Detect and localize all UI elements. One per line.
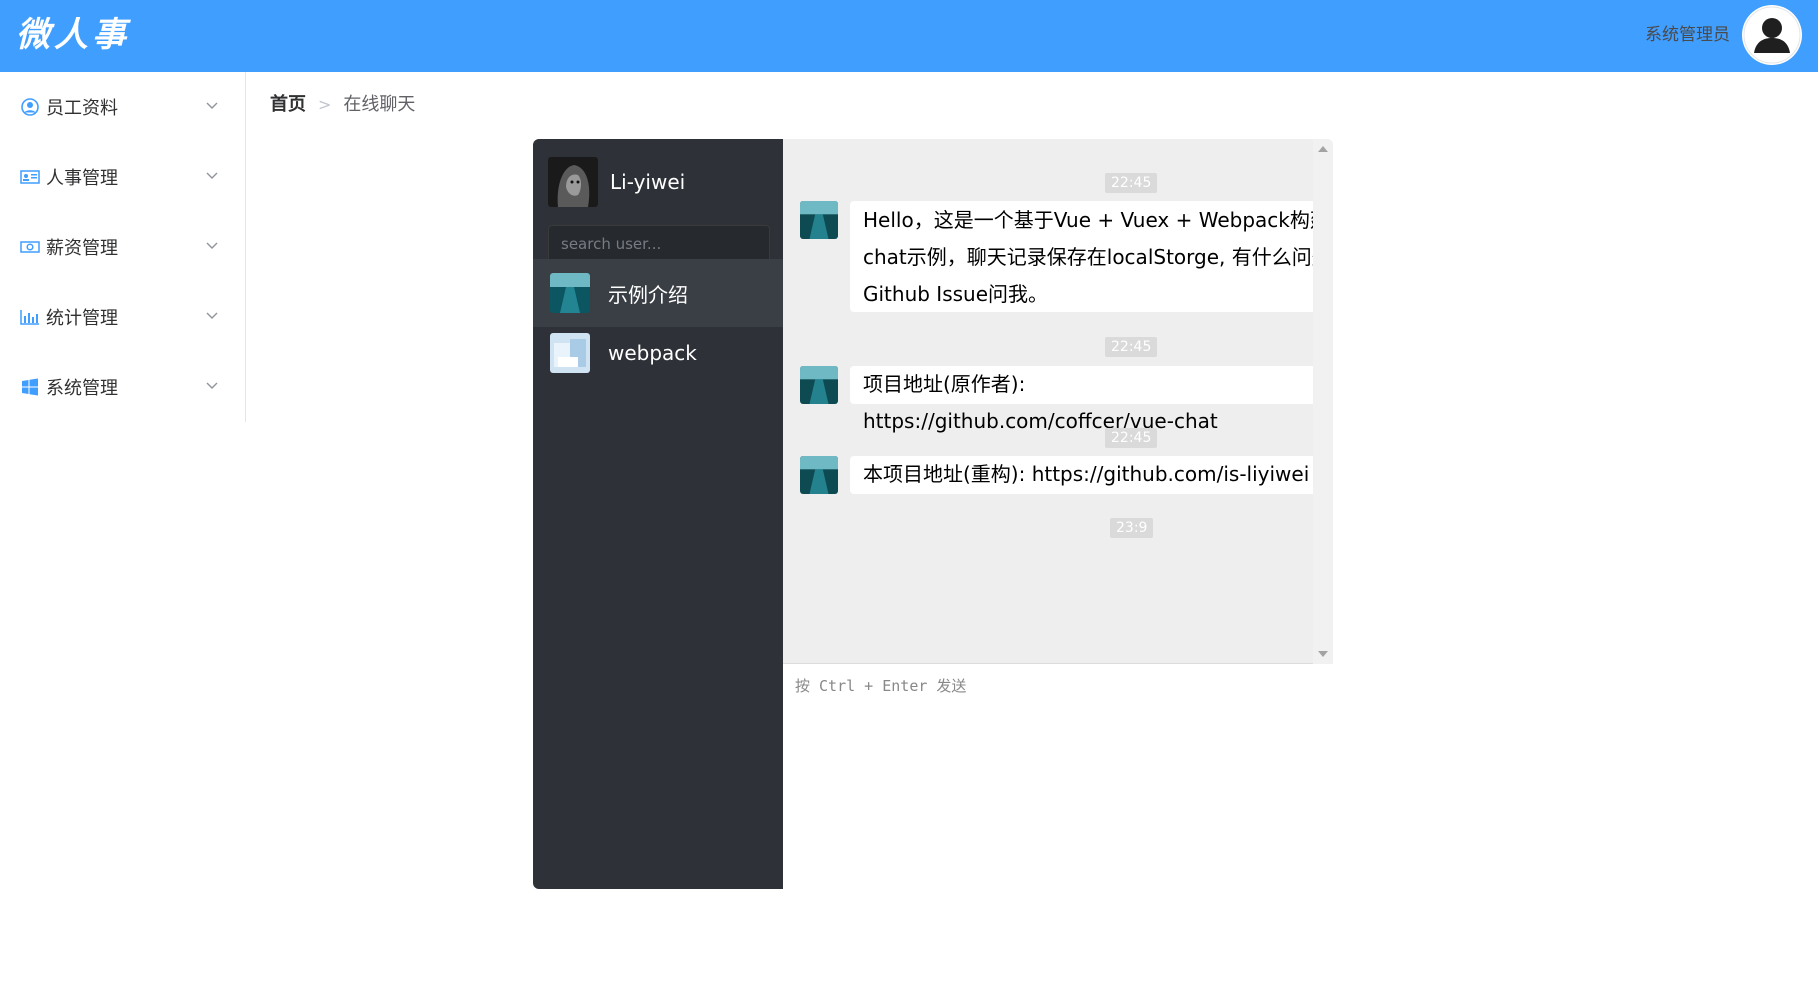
chat-main-panel: 22:45 Hello，这是一个基于Vue + Vuex + Webpack构建… [783, 139, 1333, 889]
app-logo[interactable]: 微人事 [16, 12, 130, 58]
sidebar-menu: 员工资料 人事管理 薪资管理 统计管理 系统管理 [0, 72, 246, 422]
session-item[interactable]: 示例介绍 [533, 259, 783, 327]
message-time: 22:45 [1105, 173, 1158, 193]
chat-sidebar: Li-yiwei 示例介绍 [533, 139, 783, 889]
chat-window: Li-yiwei 示例介绍 [533, 139, 1333, 889]
session-avatar [550, 333, 590, 373]
sidebar-item-statistics[interactable]: 统计管理 [0, 282, 245, 352]
message-list[interactable]: 22:45 Hello，这是一个基于Vue + Vuex + Webpack构建… [783, 139, 1333, 664]
current-user-card: Li-yiwei [548, 157, 685, 207]
person-silhouette-icon [1743, 6, 1801, 64]
ocean-avatar-icon [550, 273, 590, 313]
message-line: Github Issue问我。 [863, 282, 1049, 306]
message-bubble: 项目地址(原作者): https://github.com/coffcer/vu… [850, 366, 1333, 433]
my-avatar [548, 157, 598, 207]
top-header: 微人事 系统管理员 [0, 0, 1818, 72]
sender-avatar [800, 456, 838, 494]
ocean-avatar-icon [800, 366, 838, 404]
message-bubble: 本项目地址(重构): https://github.com/is-liyiwei [850, 456, 1323, 494]
sidebar-item-label: 系统管理 [46, 378, 118, 399]
message-time: 22:45 [1105, 428, 1158, 448]
sidebar-item-personnel[interactable]: 人事管理 [0, 142, 245, 212]
breadcrumb-separator: > [318, 95, 332, 114]
message-line: chat示例，聊天记录保存在localStorge, 有什么问题可以通过 [863, 245, 1333, 269]
sender-avatar [800, 201, 838, 239]
chevron-down-icon [206, 102, 218, 109]
ocean-avatar-icon [800, 201, 838, 239]
ocean-avatar-icon [800, 456, 838, 494]
user-circle-icon [20, 97, 40, 117]
message-bubble: Hello，这是一个基于Vue + Vuex + Webpack构建的简单 ch… [850, 201, 1333, 312]
message-time: 23:9 [1110, 518, 1154, 538]
session-avatar [550, 273, 590, 313]
scroll-up-arrow-icon[interactable] [1318, 146, 1328, 152]
session-name: 示例介绍 [608, 282, 688, 307]
breadcrumb: 首页 > 在线聊天 [270, 92, 415, 118]
chevron-down-icon [206, 172, 218, 179]
current-user-name[interactable]: 系统管理员 [1645, 22, 1730, 48]
breadcrumb-home-link[interactable]: 首页 [270, 92, 306, 118]
sidebar-item-employee-info[interactable]: 员工资料 [0, 72, 245, 142]
search-user-input[interactable] [548, 225, 770, 263]
sidebar-item-salary[interactable]: 薪资管理 [0, 212, 245, 282]
message-input[interactable] [783, 665, 1333, 889]
sidebar-item-label: 员工资料 [46, 98, 118, 119]
windows-icon [20, 377, 40, 397]
user-avatar[interactable] [1742, 5, 1802, 65]
sidebar-item-label: 薪资管理 [46, 238, 118, 259]
my-name: Li-yiwei [610, 170, 686, 194]
message-input-area [783, 665, 1333, 889]
chevron-down-icon [206, 312, 218, 319]
message-line: 本项目地址(重构): https://github.com/is-liyiwei [863, 462, 1310, 486]
scroll-down-arrow-icon[interactable] [1318, 651, 1328, 657]
sidebar-item-label: 统计管理 [46, 308, 118, 329]
session-name: webpack [608, 341, 697, 365]
session-item[interactable]: webpack [533, 319, 783, 387]
message-time: 22:45 [1105, 337, 1158, 357]
sidebar-item-system[interactable]: 系统管理 [0, 352, 245, 422]
message-scrollbar[interactable] [1313, 139, 1333, 664]
sidebar-item-label: 人事管理 [46, 168, 118, 189]
message-line: 项目地址(原作者): https://github.com/coffcer/vu… [863, 372, 1218, 433]
webpack-avatar-icon [550, 333, 590, 373]
message-line: Hello，这是一个基于Vue + Vuex + Webpack构建的简单 [863, 208, 1333, 232]
sender-avatar [800, 366, 838, 404]
bar-chart-icon [20, 307, 40, 327]
chevron-down-icon [206, 382, 218, 389]
money-icon [20, 237, 40, 257]
breadcrumb-current: 在线聊天 [343, 94, 416, 115]
lion-avatar-icon [548, 157, 598, 207]
id-card-icon [20, 167, 40, 187]
chevron-down-icon [206, 242, 218, 249]
